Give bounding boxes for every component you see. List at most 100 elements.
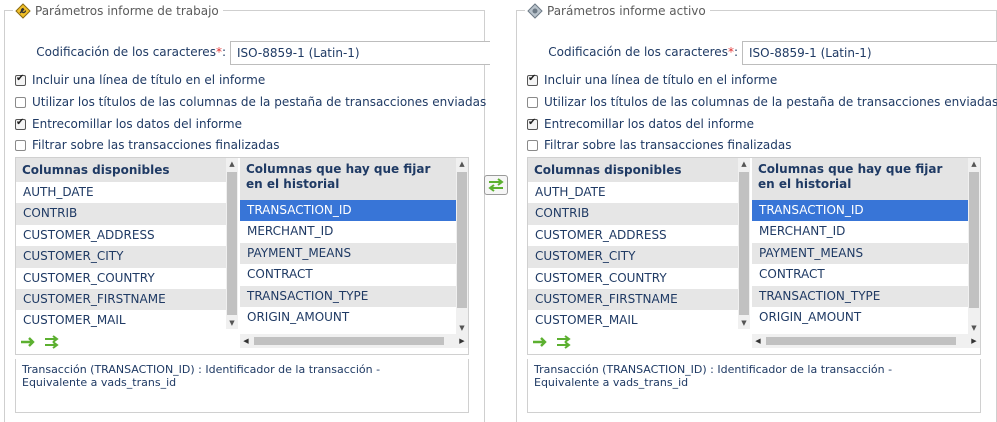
scroll-right-icon[interactable]: ▶ [968, 334, 980, 348]
settings-wrench-icon [15, 3, 31, 19]
scroll-down-icon[interactable]: ▼ [226, 317, 238, 329]
encoding-label: Codificación de los caracteres*: [36, 45, 226, 59]
option-quote-data[interactable]: Entrecomillar los datos del informe [527, 115, 754, 133]
scroll-thumb[interactable] [254, 337, 444, 345]
list-item[interactable]: CUSTOMER_ADDRESS [528, 225, 738, 246]
fixed-hscrollbar[interactable]: ◀ ▶ [752, 334, 980, 348]
list-item[interactable]: TRANSACTION_TYPE [752, 285, 968, 307]
move-right-icon[interactable] [20, 335, 38, 349]
list-item[interactable]: CUSTOMER_FIRSTNAME [528, 288, 738, 311]
list-item[interactable]: CONTRIB [528, 203, 738, 225]
checkbox-quote-data[interactable] [15, 117, 26, 130]
required-mark: * [727, 45, 734, 59]
list-item[interactable]: PAYMENT_MEANS [240, 242, 456, 265]
checkbox-use-column-titles[interactable] [527, 96, 538, 108]
available-columns-header: Columnas disponibles [528, 158, 738, 182]
fixed-columns: Columnas que hay que fijar en el histori… [752, 158, 980, 353]
checkbox-title-line[interactable] [15, 73, 26, 86]
list-item[interactable]: CONTRACT [240, 264, 456, 285]
checkbox-filter-finished[interactable] [15, 139, 26, 151]
fixed-columns-list[interactable]: TRANSACTION_ID MERCHANT_ID PAYMENT_MEANS… [240, 200, 456, 330]
move-all-right-icon[interactable] [44, 335, 62, 349]
copy-settings-button[interactable] [484, 175, 508, 195]
option-use-column-titles[interactable]: Utilizar los títulos de las columnas de … [527, 93, 997, 111]
scroll-thumb[interactable] [766, 337, 956, 345]
scroll-thumb[interactable] [227, 172, 237, 315]
panel-legend: Parámetros informe activo [525, 2, 710, 20]
active-report-settings-panel: Parámetros informe activo Codificación d… [516, 2, 997, 422]
column-description: Transacción (TRANSACTION_ID) : Identific… [15, 359, 469, 413]
list-item[interactable]: CUSTOMER_CITY [528, 246, 738, 268]
scroll-up-icon[interactable]: ▲ [456, 158, 468, 170]
list-item[interactable]: ORIGIN_AMOUNT [240, 307, 456, 328]
description-line: Equivalente a vads_trans_id [534, 376, 689, 389]
option-label: Incluir una línea de título en el inform… [544, 73, 778, 87]
list-item[interactable]: MERCHANT_ID [240, 221, 456, 242]
scroll-left-icon[interactable]: ◀ [240, 334, 252, 348]
available-columns-list[interactable]: AUTH_DATE CONTRIB CUSTOMER_ADDRESS CUSTO… [16, 182, 226, 329]
list-item[interactable]: AUTH_DATE [528, 182, 738, 203]
encoding-field[interactable] [742, 41, 997, 65]
list-item[interactable]: ORIGIN_AMOUNT [752, 307, 968, 328]
list-item[interactable]: CUSTOMER_COUNTRY [16, 268, 226, 289]
list-item[interactable]: CUSTOMER_FIRSTNAME [16, 288, 226, 311]
scroll-up-icon[interactable]: ▲ [968, 158, 980, 170]
list-item[interactable]: CUSTOMER_MAIL [16, 310, 226, 329]
checkbox-use-column-titles[interactable] [15, 96, 26, 108]
encoding-row: Codificación de los caracteres*: [517, 41, 997, 65]
option-filter-finished[interactable]: Filtrar sobre las transacciones finaliza… [527, 136, 791, 154]
list-item[interactable]: MERCHANT_ID [752, 221, 968, 242]
scroll-thumb[interactable] [969, 172, 979, 308]
option-filter-finished[interactable]: Filtrar sobre las transacciones finaliza… [15, 136, 279, 154]
checkbox-filter-finished[interactable] [527, 139, 538, 151]
fixed-scrollbar[interactable]: ▲ ▼ [456, 158, 468, 334]
list-item[interactable]: PAYMENT_MEANS [752, 242, 968, 265]
move-all-right-icon[interactable] [556, 335, 574, 349]
list-item[interactable]: CONTRIB [16, 203, 226, 225]
description-line: Transacción (TRANSACTION_ID) : Identific… [22, 363, 381, 376]
fixed-columns-header: Columnas que hay que fijar en el histori… [752, 158, 968, 200]
available-scrollbar[interactable]: ▲ ▼ [738, 158, 750, 329]
panel-title: Parámetros informe activo [547, 4, 706, 18]
list-item[interactable]: CUSTOMER_COUNTRY [528, 268, 738, 289]
encoding-field[interactable] [230, 41, 490, 65]
list-item-selected[interactable]: TRANSACTION_ID [240, 200, 456, 222]
list-item[interactable]: TRANSACTION_TYPE [240, 285, 456, 307]
column-description: Transacción (TRANSACTION_ID) : Identific… [527, 359, 981, 413]
checkbox-title-line[interactable] [527, 73, 538, 86]
fixed-scrollbar[interactable]: ▲ ▼ [968, 158, 980, 334]
scroll-down-icon[interactable]: ▼ [968, 322, 980, 334]
scroll-thumb[interactable] [739, 172, 749, 315]
scroll-down-icon[interactable]: ▼ [738, 317, 750, 329]
checkbox-quote-data[interactable] [527, 117, 538, 130]
list-item[interactable]: CUSTOMER_MAIL [528, 310, 738, 329]
move-right-icon[interactable] [532, 335, 550, 349]
scroll-left-icon[interactable]: ◀ [752, 334, 764, 348]
scroll-up-icon[interactable]: ▲ [738, 158, 750, 170]
option-use-column-titles[interactable]: Utilizar los títulos de las columnas de … [15, 93, 486, 111]
encoding-row: Codificación de los caracteres*: [5, 41, 490, 65]
fixed-columns: Columnas que hay que fijar en el histori… [240, 158, 468, 353]
list-item[interactable]: AUTH_DATE [16, 182, 226, 203]
scroll-down-icon[interactable]: ▼ [456, 322, 468, 334]
fixed-columns-list[interactable]: TRANSACTION_ID MERCHANT_ID PAYMENT_MEANS… [752, 200, 968, 330]
fixed-hscrollbar[interactable]: ◀ ▶ [240, 334, 468, 348]
option-title-line[interactable]: Incluir una línea de título en el inform… [527, 71, 777, 89]
scroll-right-icon[interactable]: ▶ [456, 334, 468, 348]
fixed-columns-header: Columnas que hay que fijar en el histori… [240, 158, 456, 200]
scroll-thumb[interactable] [457, 172, 467, 308]
list-item-selected[interactable]: TRANSACTION_ID [752, 200, 968, 222]
swap-arrows-icon [488, 178, 504, 192]
available-scrollbar[interactable]: ▲ ▼ [226, 158, 238, 329]
option-title-line[interactable]: Incluir una línea de título en el inform… [15, 71, 265, 89]
list-item[interactable]: CONTRACT [752, 264, 968, 285]
available-columns-header: Columnas disponibles [16, 158, 226, 182]
option-label: Filtrar sobre las transacciones finaliza… [32, 138, 280, 152]
option-label: Incluir una línea de título en el inform… [32, 73, 266, 87]
available-columns-list[interactable]: AUTH_DATE CONTRIB CUSTOMER_ADDRESS CUSTO… [528, 182, 738, 329]
option-quote-data[interactable]: Entrecomillar los datos del informe [15, 115, 242, 133]
list-item[interactable]: CUSTOMER_CITY [16, 246, 226, 268]
description-line: Equivalente a vads_trans_id [22, 376, 177, 389]
list-item[interactable]: CUSTOMER_ADDRESS [16, 225, 226, 246]
scroll-up-icon[interactable]: ▲ [226, 158, 238, 170]
